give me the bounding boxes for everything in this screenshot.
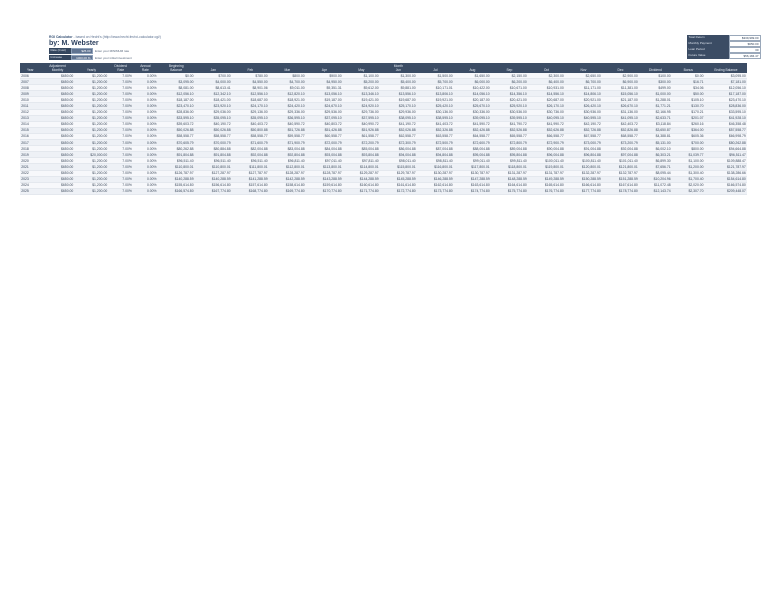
summary-label: Monthly Payment xyxy=(687,41,729,47)
summary-row: Monthly Payment $650.00 xyxy=(687,41,761,47)
table-cell[interactable]: $168,774.80 xyxy=(231,188,269,195)
table-cell[interactable]: 0.00% xyxy=(133,188,158,195)
table-cell[interactable]: $175,774.80 xyxy=(490,188,528,195)
table-cell[interactable]: $172,774.80 xyxy=(379,188,417,195)
table-cell[interactable]: $171,774.80 xyxy=(342,188,380,195)
source-link[interactable]: ROI Calculator - based on Hecht's (http:… xyxy=(49,35,161,39)
year-cell[interactable]: 2025 xyxy=(20,188,41,195)
table-cell[interactable]: $2,307.70 xyxy=(671,188,705,195)
input-row-rate: Rate (Cust) $25.00 Enter your MINIMUM ra… xyxy=(49,48,132,54)
table-body: 2006 $650.00 $1,200.00 7.00% 0.00% $0.00 $700.… xyxy=(20,73,747,195)
summary-row: Future Value $56,184.47 xyxy=(687,53,761,59)
table-cell[interactable]: $177,774.80 xyxy=(564,188,602,195)
summary-value[interactable]: $339,999.00 xyxy=(729,35,761,41)
summary-value[interactable]: $56,184.47 xyxy=(729,53,761,59)
table-cell[interactable]: 7.00% xyxy=(108,188,134,195)
table-cell[interactable]: $173,774.80 xyxy=(416,188,454,195)
summary-label: Loan Period xyxy=(687,47,729,53)
increase-input[interactable]: 1000.00 % xyxy=(71,54,93,61)
summary-label: Total Return xyxy=(687,35,729,41)
summary-value[interactable]: $650.00 xyxy=(729,41,761,47)
table-cell[interactable]: $650.00 xyxy=(40,188,75,195)
table-cell[interactable]: $166,574.80 xyxy=(157,188,195,195)
table-row: 2025 $650.00 $1,200.00 7.00% 0.00% $166,574.8… xyxy=(20,188,747,195)
table-cell[interactable]: $1,200.00 xyxy=(74,188,109,195)
summary-row: Total Return $339,999.00 xyxy=(687,35,761,41)
table-cell[interactable]: $167,774.80 xyxy=(194,188,232,195)
summary-label: Future Value xyxy=(687,53,729,59)
rate-input[interactable]: $25.00 xyxy=(71,48,93,54)
table-cell[interactable]: $12,143.74 xyxy=(638,188,672,195)
author-heading: by: M. Webster xyxy=(49,40,99,47)
input-panel: Rate (Cust) $25.00 Enter your MINIMUM ra… xyxy=(49,48,132,61)
link-text: - based on Hecht's (http://www.hecht.fm/… xyxy=(73,35,161,39)
table-cell[interactable]: $170,774.80 xyxy=(305,188,343,195)
summary-panel: Total Return $339,999.00 Monthly Payment… xyxy=(687,35,761,59)
input-label: Rate (Cust) xyxy=(49,48,71,54)
table-cell[interactable]: $178,774.80 xyxy=(601,188,639,195)
input-row-increase: Increase 1000.00 % Enter your initial in… xyxy=(49,54,132,61)
link-title: ROI Calculator xyxy=(49,35,73,39)
table-header: Adjustment Dividend Annual Beginning Month Y… xyxy=(20,63,747,73)
roi-table: Adjustment Dividend Annual Beginning Month Y… xyxy=(20,63,747,195)
input-note: Enter your initial investment xyxy=(95,55,132,60)
table-cell[interactable]: $176,774.80 xyxy=(527,188,565,195)
input-note: Enter your MINIMUM rate xyxy=(95,49,130,53)
input-label: Increase xyxy=(49,54,71,61)
table-cell[interactable]: $169,774.80 xyxy=(268,188,306,195)
summary-row: Loan Period 30 xyxy=(687,47,761,53)
table-cell[interactable]: $209,448.07 xyxy=(704,188,747,195)
summary-value[interactable]: 30 xyxy=(729,47,761,53)
table-cell[interactable]: $174,774.80 xyxy=(453,188,491,195)
